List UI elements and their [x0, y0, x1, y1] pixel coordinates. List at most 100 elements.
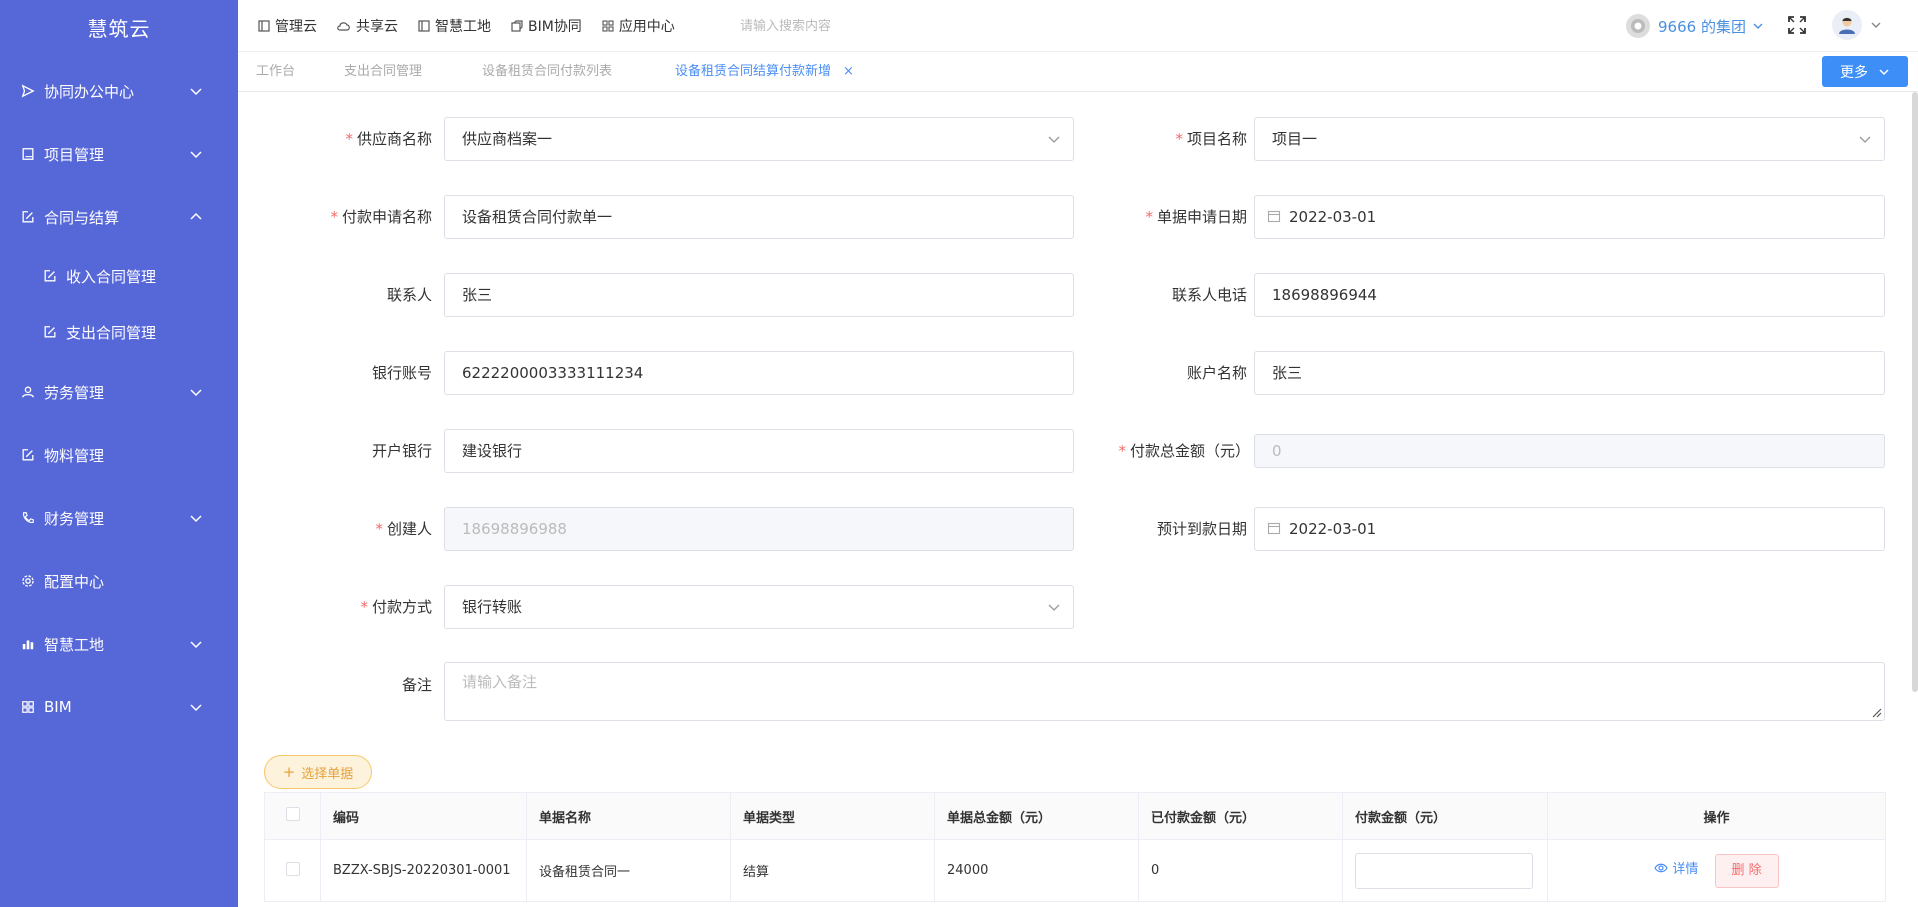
bar-chart-icon [20, 636, 36, 652]
remark-textarea[interactable]: 请输入备注 [444, 662, 1885, 721]
pay-method-label: * 付款方式 [360, 598, 432, 616]
chevron-down-icon [190, 389, 202, 397]
apply-date-picker[interactable]: 2022-03-01 [1254, 195, 1885, 239]
sidebar-item-smart-site[interactable]: 智慧工地 [0, 624, 238, 664]
chevron-down-icon [1048, 604, 1060, 611]
topnav-label: 应用中心 [618, 19, 675, 35]
account-name-label: 账户名称 [1186, 364, 1247, 382]
grid-icon [602, 20, 614, 32]
detail-label: 详情 [1672, 862, 1699, 877]
tab-workbench[interactable]: 工作台 [256, 52, 295, 92]
expected-date-picker[interactable]: 2022-03-01 [1254, 507, 1885, 551]
sidebar-item-label: 配置中心 [44, 572, 105, 591]
delete-button[interactable]: 删 除 [1714, 853, 1779, 888]
resize-grip-icon[interactable] [1870, 706, 1882, 718]
sidebar-item-label: 合同与结算 [44, 208, 120, 227]
cell-doc-total: 24000 [934, 839, 1139, 902]
sidebar-item-contract-settlement[interactable]: 合同与结算 [0, 197, 238, 237]
contact-input[interactable]: 张三 [444, 273, 1074, 317]
topnav-mgmt-cloud[interactable]: 管理云 [258, 16, 317, 36]
chevron-down-icon [190, 641, 202, 649]
col-doc-name: 单据名称 [526, 792, 731, 840]
top-nav: 管理云 共享云 智慧工地 BIM协同 应用中心 [258, 0, 695, 52]
more-button[interactable]: 更多 [1822, 56, 1908, 87]
account-name-input[interactable]: 张三 [1254, 351, 1885, 395]
topnav-label: BIM协同 [528, 19, 582, 35]
bank-account-label: 银行账号 [371, 364, 432, 382]
tab-equipment-lease-settlement-add[interactable]: 设备租赁合同结算付款新增 × [675, 52, 854, 92]
contact-phone-label: 联系人电话 [1171, 286, 1247, 304]
row-checkbox[interactable] [285, 861, 300, 876]
edit-icon [42, 324, 58, 340]
sidebar-item-label: 支出合同管理 [66, 323, 157, 342]
detail-link[interactable]: 详情 [1654, 858, 1698, 877]
global-search-input[interactable] [740, 14, 960, 38]
select-document-button[interactable]: + 选择单据 [264, 755, 372, 789]
user-icon [20, 384, 36, 400]
chevron-down-icon [1879, 68, 1889, 75]
pay-method-select[interactable]: 银行转账 [444, 585, 1074, 629]
topnav-app-center[interactable]: 应用中心 [602, 16, 675, 36]
chevron-down-icon [190, 151, 202, 159]
sidebar-item-label: 项目管理 [44, 145, 105, 164]
chevron-down-icon [190, 704, 202, 712]
sidebar-item-material-mgmt[interactable]: 物料管理 [0, 435, 238, 475]
cloud-icon [337, 22, 350, 31]
topnav-share-cloud[interactable]: 共享云 [337, 16, 398, 36]
sidebar-item-label: 智慧工地 [44, 635, 105, 654]
contact-label: 联系人 [386, 286, 432, 304]
select-all-checkbox[interactable] [285, 807, 300, 821]
documents-table: 编码 单据名称 单据类型 单据总金额（元） 已付款金额（元） 付款金额（元） 操… [264, 792, 1886, 902]
project-select[interactable]: 项目一 [1254, 117, 1885, 161]
pay-name-label: * 付款申请名称 [330, 208, 432, 226]
pay-amount-input[interactable] [1355, 852, 1533, 889]
main-content: * 供应商名称 供应商档案一 * 项目名称 项目一 * 付款申请名称 设备租赁合同付款… [238, 92, 1918, 907]
supplier-select[interactable]: 供应商档案一 [444, 117, 1074, 161]
creator-input: 18698896988 [444, 507, 1074, 551]
edit-icon [42, 268, 58, 284]
topnav-label: 智慧工地 [435, 19, 491, 35]
tab-label: 设备租赁合同结算付款新增 [675, 64, 832, 79]
panel-icon [258, 20, 270, 32]
sidebar-item-finance-mgmt[interactable]: 财务管理 [0, 498, 238, 538]
apply-date-value: 2022-03-01 [1289, 208, 1377, 226]
user-menu[interactable] [1832, 10, 1882, 40]
close-icon[interactable]: × [843, 64, 854, 79]
topnav-smart-site[interactable]: 智慧工地 [418, 16, 491, 36]
sidebar-item-income-contract[interactable]: 收入合同管理 [0, 256, 238, 296]
col-code: 编码 [320, 792, 527, 840]
select-document-label: 选择单据 [301, 766, 354, 782]
supplier-value: 供应商档案一 [462, 130, 553, 148]
send-icon [20, 83, 36, 99]
sidebar-item-config-center[interactable]: 配置中心 [0, 561, 238, 601]
content-scrollbar[interactable] [1912, 92, 1918, 692]
contact-phone-input[interactable]: 18698896944 [1254, 273, 1885, 317]
apply-date-label: * 单据申请日期 [1145, 208, 1247, 226]
pay-method-value: 银行转账 [462, 598, 523, 616]
sidebar-item-labor-mgmt[interactable]: 劳务管理 [0, 372, 238, 412]
calendar-icon [1267, 210, 1281, 223]
sidebar-item-project-mgmt[interactable]: 项目管理 [0, 134, 238, 174]
sidebar-item-label: 劳务管理 [44, 383, 105, 402]
sidebar-item-label: BIM [44, 698, 72, 716]
chevron-down-icon [1859, 136, 1871, 143]
table-row: BZZX-SBJS-20220301-0001 设备租赁合同一 结算 24000… [264, 839, 1886, 902]
topnav-label: 管理云 [275, 19, 317, 35]
fullscreen-icon[interactable] [1786, 14, 1808, 36]
pay-name-input[interactable]: 设备租赁合同付款单一 [444, 195, 1074, 239]
bank-input[interactable]: 建设银行 [444, 429, 1074, 473]
sidebar-item-collab-office[interactable]: 协同办公中心 [0, 71, 238, 111]
sidebar-item-bim[interactable]: BIM [0, 687, 238, 727]
tab-expense-contract-mgmt[interactable]: 支出合同管理 [344, 52, 422, 92]
cell-doc-name: 设备租赁合同一 [526, 839, 731, 902]
book-icon [20, 146, 36, 162]
panel-icon [418, 20, 430, 32]
sidebar: 慧筑云 协同办公中心 项目管理 合同与结算 收入合同管理 支出合同管理 劳务管理… [0, 0, 238, 907]
remark-label: 备注 [401, 676, 432, 694]
sidebar-item-expense-contract[interactable]: 支出合同管理 [0, 312, 238, 352]
topnav-bim-collab[interactable]: BIM协同 [511, 16, 582, 36]
org-switcher[interactable]: 9666 的集团 [1626, 14, 1764, 38]
bank-account-input[interactable]: 6222200003333111234 [444, 351, 1074, 395]
tab-equipment-lease-payment-list[interactable]: 设备租赁合同付款列表 [482, 52, 612, 92]
tab-bar: 工作台 支出合同管理 设备租赁合同付款列表 设备租赁合同结算付款新增 × [238, 52, 1918, 92]
